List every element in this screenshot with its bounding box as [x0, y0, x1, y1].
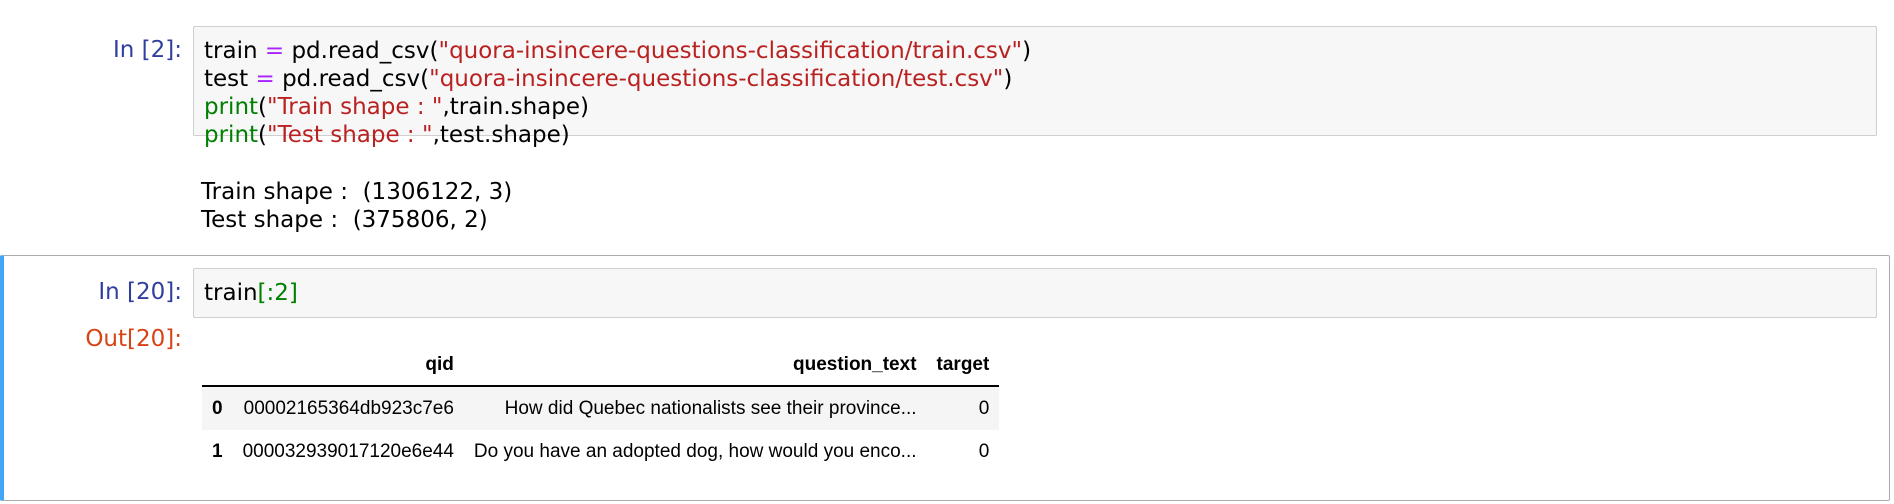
code-cell-2[interactable]: In [2]: train = pd.read_csv("quora-insin…	[0, 26, 1894, 254]
cell-qid: 000032939017120e6e44	[242, 441, 454, 462]
cell-target: 0	[978, 441, 990, 462]
code-line-4: print("Test shape : ",test.shape)	[204, 122, 570, 148]
input-prompt: In [2]:	[113, 37, 182, 63]
row-index: 0	[212, 397, 223, 419]
stream-output: Train shape : (1306122, 3) Test shape : …	[201, 178, 512, 234]
row-index: 1	[212, 441, 223, 462]
code-line-3: print("Train shape : ",train.shape)	[204, 94, 590, 120]
code-line-2: test = pd.read_csv("quora-insincere-ques…	[204, 66, 1013, 92]
cell-question-text: Do you have an adopted dog, how would yo…	[473, 441, 917, 462]
dataframe-table: qid question_text target 0 00002165364db…	[202, 345, 1000, 474]
column-header-question-text: question_text	[463, 345, 927, 387]
column-header-index	[202, 345, 233, 387]
table-row: 0 00002165364db923c7e6 How did Quebec na…	[202, 386, 1000, 430]
code-editor[interactable]: train = pd.read_csv("quora-insincere-que…	[193, 26, 1877, 148]
column-header-target: target	[926, 345, 1000, 387]
output-line: Test shape : (375806, 2)	[201, 207, 488, 233]
input-prompt: In [20]:	[98, 279, 182, 305]
code-line-1: train[:2]	[204, 280, 298, 306]
cell-qid: 00002165364db923c7e6	[243, 397, 454, 419]
code-line-1: train = pd.read_csv("quora-insincere-que…	[204, 38, 1032, 64]
cell-target: 0	[978, 397, 990, 419]
table-header-row: qid question_text target	[202, 345, 1000, 387]
output-line: Train shape : (1306122, 3)	[201, 179, 513, 205]
cell-question-text: How did Quebec nationalists see their pr…	[504, 397, 917, 419]
column-header-qid: qid	[232, 345, 464, 387]
code-editor[interactable]: train[:2]	[193, 268, 1877, 318]
output-prompt: Out[20]:	[85, 326, 182, 352]
code-cell-20[interactable]: In [20]: train[:2] Out[20]: qid question…	[0, 255, 1894, 504]
table-row: 1 000032939017120e6e44 Do you have an ad…	[202, 430, 999, 474]
